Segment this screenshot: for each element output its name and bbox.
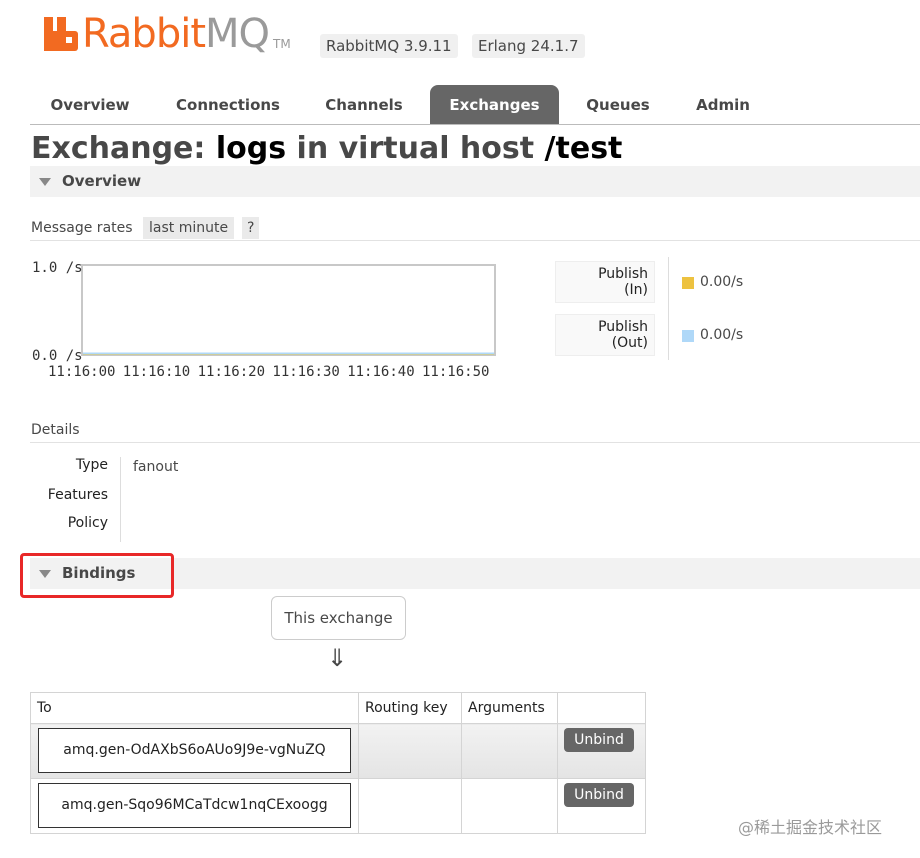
y-tick-label: 0.0 /s: [32, 348, 83, 364]
queue-link[interactable]: amq.gen-Sqo96MCaTdcw1nqCExoogg: [38, 783, 351, 828]
col-arguments: Arguments: [461, 692, 558, 724]
overview-section-label: Overview: [62, 172, 142, 190]
legend-publish-out: Publish (Out): [555, 314, 655, 356]
tab-admin[interactable]: Admin: [679, 85, 767, 124]
legend-divider: [668, 257, 669, 360]
legend-publish-in-line1: Publish: [598, 266, 648, 282]
tab-channels[interactable]: Channels: [310, 85, 418, 124]
arguments-cell: [461, 723, 558, 779]
table-row: amq.gen-OdAXbS6oAUo9J9e-vgNuZQ Unbind: [30, 723, 646, 779]
legend-publish-in: Publish (In): [555, 261, 655, 303]
this-exchange-box: This exchange: [271, 596, 406, 640]
arguments-cell: [461, 778, 558, 834]
tab-connections[interactable]: Connections: [162, 85, 294, 124]
message-rates-divider: [30, 240, 920, 241]
help-button[interactable]: ?: [242, 217, 260, 239]
rabbitmq-logo[interactable]: Rabbit MQ TM: [44, 14, 291, 54]
policy-label: Policy: [67, 515, 108, 531]
logo-trademark: TM: [273, 37, 291, 51]
details-heading: Details: [31, 422, 80, 438]
collapse-triangle-icon: [39, 178, 51, 186]
unbind-button[interactable]: Unbind: [564, 783, 634, 807]
type-label: Type: [75, 457, 108, 473]
tab-overview[interactable]: Overview: [30, 85, 150, 124]
x-tick-label: 11:16:50: [422, 364, 489, 380]
main-nav: Overview Connections Channels Exchanges …: [30, 85, 920, 125]
tab-exchanges[interactable]: Exchanges: [430, 85, 559, 124]
exchange-name: logs: [215, 131, 287, 166]
title-middle: in virtual host: [286, 131, 545, 166]
bindings-table: To Routing key Arguments amq.gen-OdAXbS6…: [30, 692, 646, 834]
table-header-row: To Routing key Arguments: [30, 692, 646, 724]
erlang-version-badge: Erlang 24.1.7: [472, 34, 585, 58]
legend-publish-out-line2: (Out): [611, 335, 648, 351]
x-tick-label: 11:16:30: [272, 364, 339, 380]
rabbitmq-version-badge: RabbitMQ 3.9.11: [320, 34, 458, 58]
page-title: Exchange: logs in virtual host /test: [31, 131, 622, 167]
message-rates-chart: 1.0 /s 0.0 /s 11:16:00 11:16:10 11:16:20 11:…: [32, 260, 496, 380]
binding-to-cell: amq.gen-OdAXbS6oAUo9J9e-vgNuZQ: [30, 723, 359, 779]
binding-to-cell: amq.gen-Sqo96MCaTdcw1nqCExoogg: [30, 778, 359, 834]
legend-publish-in-line2: (In): [624, 282, 648, 298]
down-arrow-icon: ⇓: [327, 644, 348, 672]
vhost-name: /test: [544, 131, 623, 166]
action-cell: Unbind: [557, 778, 646, 834]
message-rates-label: Message rates: [31, 220, 133, 236]
logo-text-rabbit: Rabbit: [82, 11, 206, 57]
x-tick-label: 11:16:00: [48, 364, 115, 380]
action-cell: Unbind: [557, 723, 646, 779]
col-routing-key: Routing key: [358, 692, 462, 724]
chart-plot-area: [81, 264, 496, 356]
title-prefix: Exchange:: [31, 131, 216, 166]
col-actions: [557, 692, 646, 724]
queue-link[interactable]: amq.gen-OdAXbS6oAUo9J9e-vgNuZQ: [38, 728, 351, 773]
publish-in-swatch: [682, 277, 694, 289]
overview-section-toggle[interactable]: Overview: [30, 166, 920, 197]
table-row: amq.gen-Sqo96MCaTdcw1nqCExoogg Unbind: [30, 778, 646, 834]
features-label: Features: [47, 487, 108, 503]
logo-text-mq: MQ: [205, 11, 270, 57]
details-divider: [30, 442, 920, 443]
range-selector[interactable]: last minute: [143, 217, 235, 239]
x-tick-label: 11:16:20: [198, 364, 265, 380]
type-value: fanout: [133, 459, 179, 475]
details-column-divider: [120, 457, 121, 542]
y-tick-label: 1.0 /s: [32, 260, 83, 276]
col-to: To: [30, 692, 359, 724]
publish-out-rate: 0.00/s: [700, 327, 744, 343]
unbind-button[interactable]: Unbind: [564, 728, 634, 752]
legend-publish-out-line1: Publish: [598, 319, 648, 335]
routing-key-cell: [358, 778, 462, 834]
x-tick-label: 11:16:40: [347, 364, 414, 380]
publish-in-rate: 0.00/s: [700, 274, 744, 290]
bindings-highlight-annotation: [20, 553, 174, 598]
publish-out-swatch: [682, 330, 694, 342]
routing-key-cell: [358, 723, 462, 779]
watermark: @稀土掘金技术社区: [738, 818, 883, 837]
tab-queues[interactable]: Queues: [571, 85, 665, 124]
rabbit-logo-icon: [44, 17, 78, 51]
x-tick-label: 11:16:10: [123, 364, 190, 380]
